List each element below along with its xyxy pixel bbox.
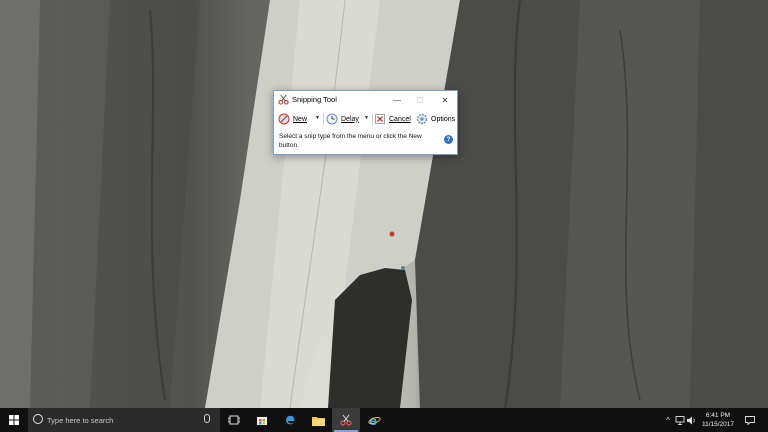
microphone-icon[interactable]: [204, 414, 210, 423]
task-view-button[interactable]: [220, 408, 248, 432]
clock-time: 6:41 PM: [705, 412, 731, 419]
toolbar: New ▼ Delay ▼ Cancel Options: [274, 110, 457, 128]
system-clock[interactable]: 6:41 PM 11/15/2017: [694, 411, 742, 429]
new-label: New: [293, 115, 308, 123]
taskbar-app-file-explorer[interactable]: [304, 408, 332, 432]
taskbar-app-internet-explorer[interactable]: e: [360, 408, 388, 432]
action-center-button[interactable]: [742, 408, 758, 432]
close-button[interactable]: ✕: [434, 91, 456, 109]
network-icon[interactable]: [674, 408, 686, 432]
help-icon[interactable]: ?: [444, 135, 453, 144]
options-label: Options: [431, 115, 456, 123]
scissors-icon: [278, 94, 289, 105]
windows-logo-icon: [9, 415, 19, 425]
cliff-image: [0, 0, 768, 408]
cancel-icon: [375, 114, 385, 124]
cancel-button[interactable]: Cancel: [374, 111, 411, 127]
title-bar[interactable]: Snipping Tool — ☐ ✕: [274, 91, 457, 109]
internet-explorer-icon: e: [367, 414, 381, 426]
toolbar-separator: [323, 113, 324, 125]
options-button[interactable]: Options: [416, 111, 455, 127]
delay-button[interactable]: Delay: [326, 111, 359, 127]
maximize-button[interactable]: ☐: [409, 91, 431, 109]
window-title: Snipping Tool: [292, 95, 337, 104]
start-button[interactable]: [0, 408, 28, 432]
clock-icon: [326, 113, 338, 125]
new-dropdown-caret-icon[interactable]: ▼: [315, 115, 320, 121]
folder-icon: [311, 416, 325, 426]
snipping-tool-icon: [340, 414, 352, 426]
cancel-label: Cancel: [389, 115, 411, 123]
taskbar-app-store[interactable]: [248, 408, 276, 432]
toolbar-separator: [372, 113, 373, 125]
cortana-search-icon: [33, 414, 43, 424]
store-icon: [257, 417, 267, 425]
minimize-button[interactable]: —: [386, 91, 408, 109]
clock-date: 11/15/2017: [701, 421, 735, 428]
network-monitor-icon: [675, 415, 685, 425]
snipping-tool-window: Snipping Tool — ☐ ✕ New ▼ Delay ▼ Cancel…: [273, 90, 458, 155]
taskbar-app-snipping-tool[interactable]: [332, 408, 360, 432]
notification-icon: [745, 415, 755, 425]
new-snip-button[interactable]: New: [278, 111, 307, 127]
desktop-wallpaper: [0, 0, 768, 408]
taskbar: Type here to search e ^ 6:41 PM 11/15/20…: [0, 408, 768, 432]
delay-label: Delay: [341, 115, 359, 123]
show-hidden-icons-button[interactable]: ^: [662, 408, 674, 432]
gear-icon: [416, 113, 428, 125]
taskbar-app-edge[interactable]: [276, 408, 304, 432]
taskbar-search-box[interactable]: Type here to search: [28, 408, 220, 432]
task-view-icon: [228, 415, 240, 425]
edge-icon: [286, 415, 295, 425]
delay-dropdown-caret-icon[interactable]: ▼: [364, 115, 369, 121]
new-snip-icon: [278, 113, 290, 125]
instruction-text: Select a snip type from the menu or clic…: [279, 133, 422, 149]
search-placeholder: Type here to search: [47, 416, 114, 425]
